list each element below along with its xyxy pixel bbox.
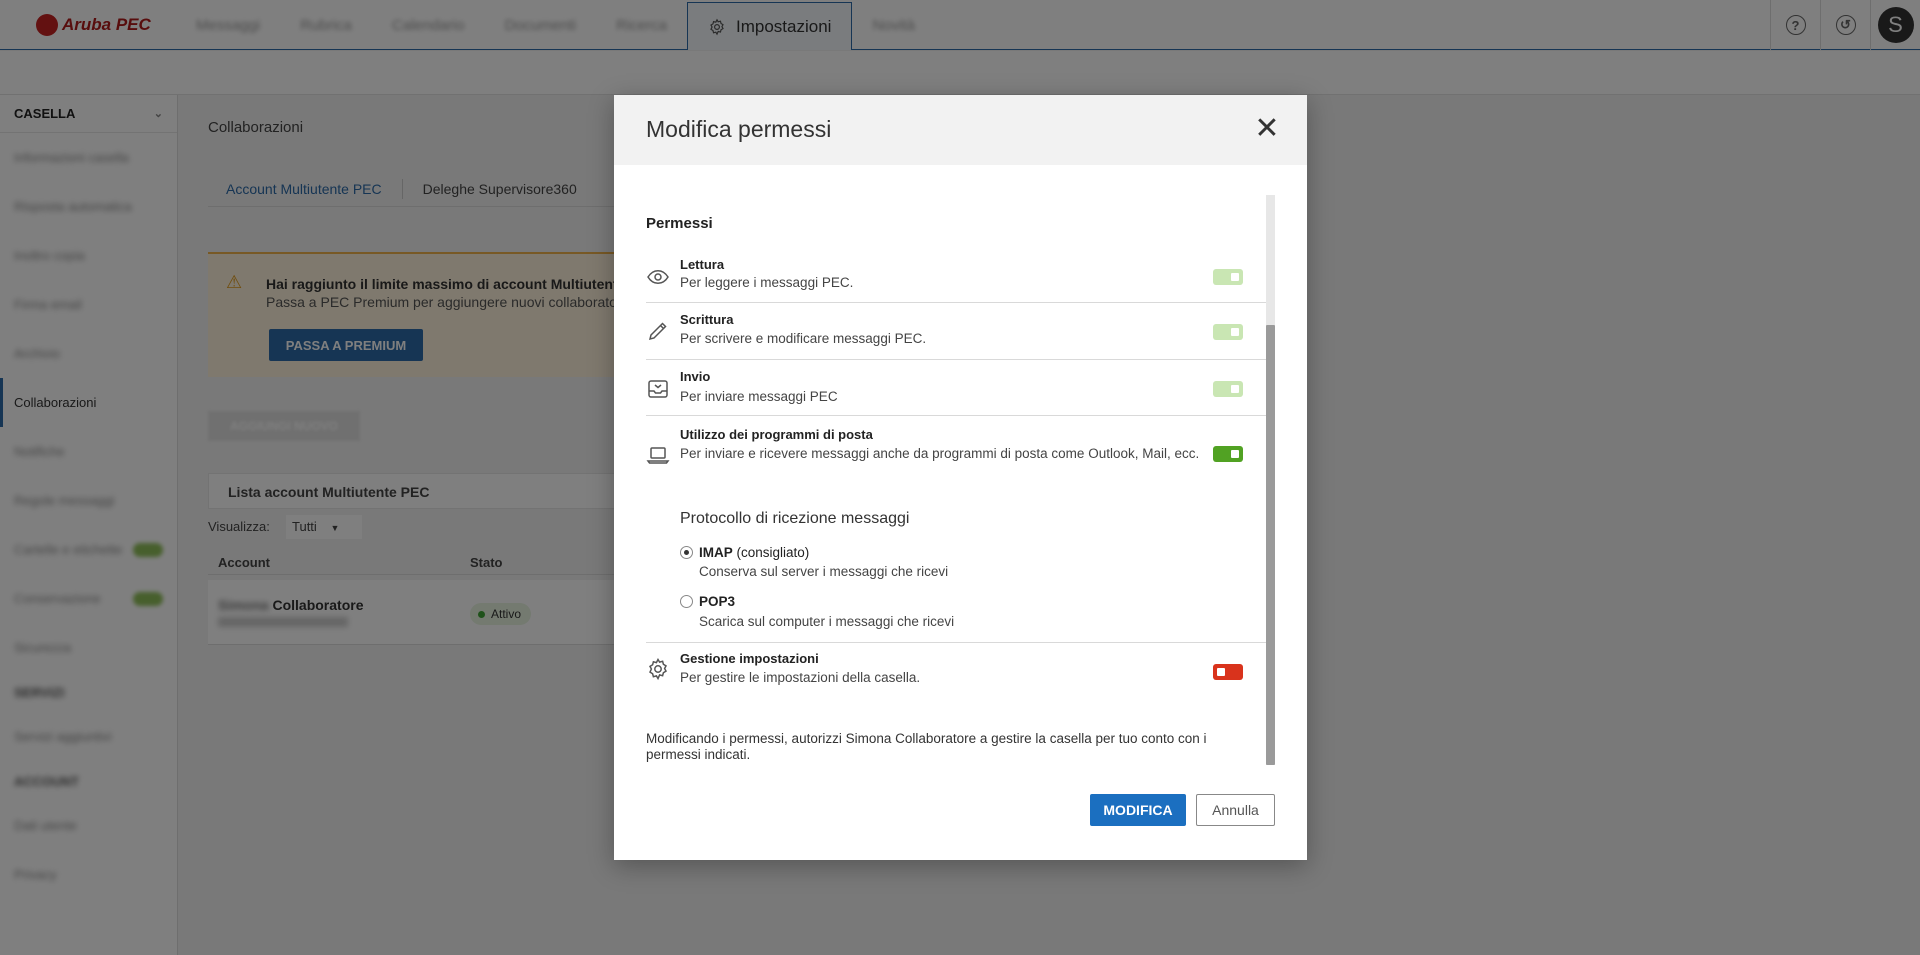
permission-desc: Per gestire le impostazioni della casell… (680, 670, 921, 685)
pop3-desc: Scarica sul computer i messaggi che rice… (699, 614, 955, 629)
permission-name: Scrittura (680, 312, 734, 327)
gestione-impostazioni-toggle[interactable] (1213, 664, 1243, 680)
imap-radio[interactable] (680, 546, 693, 559)
gear-icon (649, 657, 667, 681)
dialog-header: Modifica permessi ✕ (614, 95, 1307, 165)
permission-gestione-impostazioni: Gestione impostazioni Per gestire le imp… (646, 643, 1266, 695)
permission-name: Invio (680, 369, 711, 384)
permission-desc: Per leggere i messaggi PEC. (680, 275, 854, 290)
scrittura-toggle[interactable] (1213, 324, 1243, 340)
protocol-title: Protocollo di ricezione messaggi (680, 510, 910, 527)
pencil-icon (648, 322, 667, 341)
permission-name: Lettura (680, 257, 725, 272)
permission-name: Gestione impostazioni (680, 651, 819, 666)
permission-scrittura: Scrittura Per scrivere e modificare mess… (646, 303, 1266, 360)
permission-desc: Per inviare e ricevere messaggi anche da… (680, 446, 1200, 461)
permission-name: Utilizzo dei programmi di posta (680, 427, 873, 442)
close-icon: ✕ (1254, 112, 1280, 145)
imap-note: (consigliato) (736, 545, 810, 560)
invio-toggle[interactable] (1213, 381, 1243, 397)
permission-desc: Per scrivere e modificare messaggi PEC. (680, 331, 927, 346)
imap-name: IMAP (699, 545, 733, 560)
dialog-body: Permessi Lettura Per leggere i messaggi … (646, 195, 1280, 765)
authorization-note: Modificando i permessi, autorizzi Simona… (646, 731, 1207, 762)
eye-icon (647, 269, 669, 285)
dialog-title: Modifica permessi (646, 116, 832, 142)
laptop-icon (646, 447, 670, 464)
pop3-radio[interactable] (680, 595, 693, 608)
imap-desc: Conserva sul server i messaggi che ricev… (699, 564, 949, 579)
modifica-button[interactable]: MODIFICA (1090, 794, 1186, 826)
permission-programmi-posta: Utilizzo dei programmi di posta Per invi… (646, 416, 1266, 643)
edit-permissions-dialog: Modifica permessi ✕ Permessi Lettura Per… (614, 95, 1307, 860)
send-tray-icon (648, 380, 668, 398)
annulla-button[interactable]: Annulla (1196, 794, 1275, 826)
close-button[interactable]: ✕ (1253, 112, 1281, 145)
permission-desc: Per inviare messaggi PEC (680, 389, 838, 404)
permission-lettura: Lettura Per leggere i messaggi PEC. (646, 251, 1266, 303)
pop3-label: POP3 (699, 594, 735, 609)
dialog-scrollbar[interactable] (1266, 195, 1275, 765)
permission-invio: Invio Per inviare messaggi PEC (646, 360, 1266, 416)
lettura-toggle[interactable] (1213, 269, 1243, 285)
pop3-name: POP3 (699, 594, 736, 609)
permissions-section-title: Permessi (646, 215, 713, 232)
programmi-posta-toggle[interactable] (1213, 446, 1243, 462)
scrollbar-thumb[interactable] (1266, 325, 1275, 765)
imap-label: IMAP (consigliato) (699, 545, 809, 560)
